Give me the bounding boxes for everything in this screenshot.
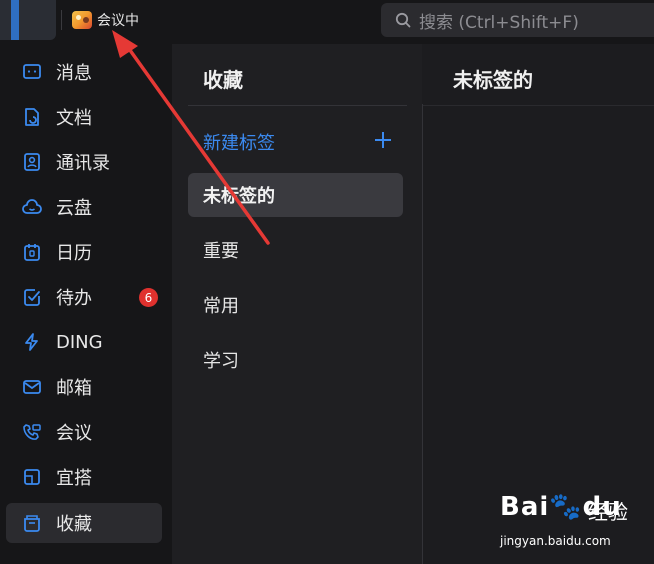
favorites-tag-panel: 收藏 新建标签 未标签的 重要 常用 学习: [172, 44, 422, 564]
sidebar-item-yida[interactable]: 宜搭: [6, 457, 162, 497]
topbar-divider: [61, 10, 62, 30]
sidebar: 消息 文档 通讯录 云盘 日历 待办 6 DING 邮箱 会议 宜搭 收藏: [0, 44, 172, 564]
sidebar-item-label: 云盘: [56, 198, 92, 219]
panel-divider: [188, 105, 407, 106]
top-bar: 会议中 搜索 (Ctrl+Shift+F): [0, 0, 654, 44]
sidebar-item-meeting[interactable]: 会议: [6, 412, 162, 452]
sidebar-item-docs[interactable]: 文档: [6, 97, 162, 137]
lightning-icon: [22, 332, 42, 352]
content-header-divider: [423, 105, 654, 106]
meeting-emoji-icon: [72, 11, 92, 29]
content-title: 未标签的: [453, 68, 533, 92]
calendar-icon: [22, 242, 42, 262]
plus-icon[interactable]: [373, 130, 393, 154]
tag-item-untagged[interactable]: 未标签的: [188, 173, 403, 217]
sidebar-item-label: 会议: [56, 423, 92, 444]
sidebar-item-ding[interactable]: DING: [6, 322, 162, 362]
tag-item-study[interactable]: 学习: [188, 338, 403, 382]
search-placeholder: 搜索 (Ctrl+Shift+F): [419, 12, 579, 33]
sidebar-item-favorites[interactable]: 收藏: [6, 503, 162, 543]
sidebar-item-todo[interactable]: 待办 6: [6, 277, 162, 317]
sidebar-item-label: 宜搭: [56, 468, 92, 489]
sidebar-item-cloud[interactable]: 云盘: [6, 187, 162, 227]
user-avatar[interactable]: [0, 0, 56, 40]
panel-title: 收藏: [203, 68, 243, 92]
sidebar-item-calendar[interactable]: 日历: [6, 232, 162, 272]
new-tag-button[interactable]: 新建标签: [203, 129, 275, 155]
search-icon: [395, 12, 411, 28]
sidebar-item-label: 消息: [56, 63, 92, 84]
panel-divider-vertical: [422, 104, 423, 564]
content-panel: 未标签的: [423, 44, 654, 564]
favorites-icon: [22, 513, 42, 533]
todo-icon: [22, 287, 42, 307]
cloud-icon: [22, 197, 42, 217]
sidebar-item-label: 文档: [56, 108, 92, 129]
yida-icon: [22, 467, 42, 487]
meeting-status-chip[interactable]: 会议中: [72, 9, 139, 31]
message-icon: [22, 62, 42, 82]
contacts-icon: [22, 152, 42, 172]
sidebar-item-contacts[interactable]: 通讯录: [6, 142, 162, 182]
sidebar-item-mail[interactable]: 邮箱: [6, 367, 162, 407]
watermark-url: jingyan.baidu.com: [500, 534, 611, 548]
sidebar-item-label: 邮箱: [56, 378, 92, 399]
sidebar-item-label: 收藏: [56, 514, 92, 535]
meeting-status-label: 会议中: [97, 13, 139, 29]
tag-item-important[interactable]: 重要: [188, 228, 403, 272]
tag-item-common[interactable]: 常用: [188, 283, 403, 327]
baidu-jingyan-watermark: Bai🐾du 经验 jingyan.baidu.com: [500, 492, 640, 556]
sidebar-item-label: 日历: [56, 243, 92, 264]
search-input[interactable]: 搜索 (Ctrl+Shift+F): [381, 3, 654, 37]
meeting-phone-icon: [22, 422, 42, 442]
mail-icon: [22, 377, 42, 397]
watermark-label: 经验: [588, 500, 628, 524]
sidebar-item-label: DING: [56, 331, 103, 353]
document-icon: [22, 107, 42, 127]
sidebar-item-label: 通讯录: [56, 153, 110, 174]
todo-count-badge: 6: [139, 288, 158, 307]
sidebar-item-messages[interactable]: 消息: [6, 52, 162, 92]
sidebar-item-label: 待办: [56, 288, 92, 309]
